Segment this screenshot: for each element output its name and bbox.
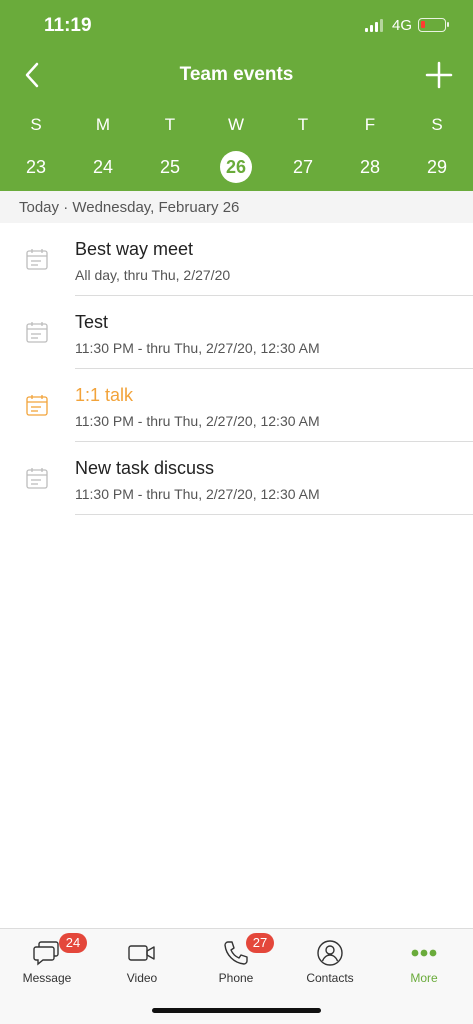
calendar-icon <box>26 249 48 270</box>
message-icon <box>33 941 59 966</box>
day-letter: W <box>227 115 245 134</box>
day-letter: T <box>297 115 309 134</box>
calendar-icon <box>26 395 48 416</box>
day-number: 24 <box>92 157 114 177</box>
home-indicator <box>152 1008 321 1013</box>
day-letter: T <box>164 115 176 134</box>
tab-label: Video <box>126 971 158 985</box>
event-item[interactable]: New task discuss 11:30 PM - thru Thu, 2/… <box>0 442 473 515</box>
day-thursday[interactable]: T 27 <box>283 112 323 183</box>
event-subtitle: 11:30 PM - thru Thu, 2/27/20, 12:30 AM <box>75 486 320 502</box>
event-title: Best way meet <box>75 239 194 259</box>
tab-more[interactable]: More <box>384 937 464 993</box>
signal-icon <box>365 19 385 32</box>
back-button[interactable] <box>16 58 50 92</box>
event-title: 1:1 talk <box>75 385 134 405</box>
date-banner: Today · Wednesday, February 26 <box>0 191 473 223</box>
status-time: 11:19 <box>44 15 92 36</box>
tab-label: Message <box>22 971 72 985</box>
status-bar: 11:19 4G <box>0 0 473 50</box>
day-number: 23 <box>25 157 47 177</box>
day-number: 29 <box>426 157 448 177</box>
day-number: 27 <box>292 157 314 177</box>
tab-message[interactable]: 24 Message <box>7 933 87 993</box>
day-letter: S <box>30 115 42 134</box>
add-event-button[interactable] <box>422 58 456 92</box>
event-item[interactable]: 1:1 talk 11:30 PM - thru Thu, 2/27/20, 1… <box>0 369 473 442</box>
tab-label: Contacts <box>306 971 354 985</box>
day-wednesday[interactable]: W 26 <box>216 112 256 183</box>
day-sunday[interactable]: S 23 <box>16 112 56 183</box>
tab-label: Phone <box>218 971 254 985</box>
divider <box>75 514 473 515</box>
event-title: New task discuss <box>75 458 215 478</box>
event-subtitle: 11:30 PM - thru Thu, 2/27/20, 12:30 AM <box>75 340 320 356</box>
more-icon <box>411 949 437 957</box>
tab-label: More <box>410 971 438 985</box>
day-number: 28 <box>359 157 381 177</box>
date-banner-text: Today · Wednesday, February 26 <box>19 199 240 216</box>
event-item[interactable]: Best way meet All day, thru Thu, 2/27/20 <box>0 223 473 296</box>
plus-icon <box>425 61 453 89</box>
day-number: 25 <box>159 157 181 177</box>
tab-phone[interactable]: 27 Phone <box>196 933 276 993</box>
day-letter: F <box>364 115 376 134</box>
tab-contacts[interactable]: Contacts <box>290 937 370 993</box>
day-letter: M <box>95 115 111 134</box>
message-badge: 24 <box>59 933 87 953</box>
network-label: 4G <box>392 17 413 34</box>
day-monday[interactable]: M 24 <box>83 112 123 183</box>
chevron-left-icon <box>25 62 39 88</box>
day-letter: S <box>431 115 443 134</box>
header: 11:19 4G Team events S 23 M 24 T 25 W 26… <box>0 0 473 191</box>
contacts-icon <box>317 940 343 966</box>
day-number-selected: 26 <box>220 151 252 183</box>
page-title: Team events <box>179 64 294 85</box>
calendar-icon <box>26 322 48 343</box>
event-title: Test <box>75 312 109 332</box>
video-icon <box>128 945 155 961</box>
event-subtitle: All day, thru Thu, 2/27/20 <box>75 267 231 283</box>
phone-badge: 27 <box>246 933 274 953</box>
event-subtitle: 11:30 PM - thru Thu, 2/27/20, 12:30 AM <box>75 413 320 429</box>
day-tuesday[interactable]: T 25 <box>150 112 190 183</box>
battery-icon <box>418 18 449 32</box>
day-saturday[interactable]: S 29 <box>417 112 457 183</box>
day-friday[interactable]: F 28 <box>350 112 390 183</box>
tab-video[interactable]: Video <box>102 937 182 993</box>
calendar-icon <box>26 468 48 489</box>
event-item[interactable]: Test 11:30 PM - thru Thu, 2/27/20, 12:30… <box>0 296 473 369</box>
